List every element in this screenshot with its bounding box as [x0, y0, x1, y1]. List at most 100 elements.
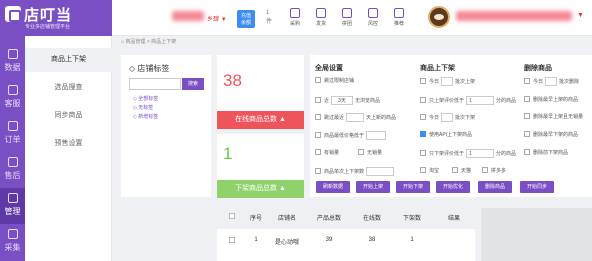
offline-label[interactable]: 下架商品总数 ▲ [217, 180, 304, 198]
start-onshelf-button[interactable]: 开始上架 [356, 181, 390, 193]
app-logo[interactable]: 店叮当 专业多店铺管理平台 [0, 0, 112, 36]
nav-shipping[interactable]: 发货 [310, 8, 332, 27]
top-bar: 店叮当 专业多店铺管理平台 乡肆 ▼ 充值 余额 1件 采购 发货 拼团 风控 推… [0, 0, 592, 36]
start-offshelf-button[interactable]: 开始下架 [396, 181, 430, 193]
return-icon [7, 157, 18, 167]
checkbox[interactable] [315, 131, 321, 138]
option-batch-size[interactable]: 商品单次上下架数 [315, 167, 396, 176]
submenu-item-shelf[interactable]: 商品上下架 [25, 48, 112, 72]
checkbox[interactable] [420, 96, 426, 103]
online-label[interactable]: 在线商品总数 ▲ [217, 111, 304, 129]
option-delete-earliest-off[interactable]: 删除最早下架的商品 [524, 131, 578, 138]
option-delete-earliest-nosales[interactable]: 删除最早上架且无销量 [524, 113, 583, 120]
tag-search-button[interactable]: 搜索 [182, 78, 204, 90]
nav-risk[interactable]: 风控 [362, 8, 384, 27]
sidebar-item-aftersale[interactable]: 售后 [0, 152, 25, 188]
user-avatar[interactable] [428, 6, 450, 28]
option-no-sales[interactable]: 无销量 [358, 149, 382, 156]
tag-list: 全部标签 无标签 新增标签 [133, 95, 158, 122]
checkbox[interactable] [315, 77, 321, 83]
chevron-down-icon[interactable]: ▼ [577, 12, 584, 19]
count-input[interactable] [545, 77, 558, 86]
breadcrumb: ⌂ 商品管理 > 商品上下架 [121, 39, 177, 45]
option-platform-taobao[interactable]: 淘宝 [420, 167, 439, 174]
checkbox[interactable] [315, 167, 321, 174]
shop-selector[interactable]: 乡肆 ▼ [207, 14, 227, 23]
checkbox[interactable] [420, 77, 426, 84]
option-skip-recent[interactable]: 跳过最近 天上新的商品 [315, 113, 396, 122]
checkbox[interactable] [358, 149, 364, 155]
option-platform-tmall[interactable]: 天猫 [452, 167, 471, 174]
option-skip-limited[interactable]: 跳过限制店铺 [315, 77, 354, 84]
sidebar-item-manage[interactable]: 管理 [0, 188, 25, 224]
balance-label: 余额 [240, 20, 251, 26]
nav-recommend[interactable]: 推荐 [388, 8, 410, 27]
caret-down-icon: ▼ [220, 17, 227, 23]
order-icon [7, 121, 18, 131]
checkbox[interactable] [420, 113, 426, 120]
submenu-item-presale[interactable]: 预售设置 [25, 132, 112, 156]
manage-icon [7, 193, 18, 203]
row-checkbox[interactable] [229, 237, 235, 243]
checkbox[interactable] [452, 167, 458, 173]
checkbox[interactable] [524, 77, 530, 84]
checkbox[interactable] [420, 149, 426, 156]
checkbox[interactable] [524, 113, 530, 119]
checkbox[interactable] [315, 113, 321, 120]
header-online: 在线数 [362, 216, 381, 222]
checkbox[interactable] [524, 131, 530, 137]
days-select[interactable]: 3天 [331, 96, 354, 105]
submenu-item-select[interactable]: 选品搜查 [25, 76, 112, 100]
start-sync-button[interactable]: 开始同步 [520, 181, 554, 193]
count-input[interactable] [441, 113, 454, 122]
option-today-onshelf[interactable]: 今日 批次上架 [420, 77, 475, 86]
option-delete-earliest-on[interactable]: 删除最早上架的商品 [524, 96, 578, 103]
header-index: 序号 [249, 216, 262, 222]
checkbox[interactable] [482, 167, 488, 173]
nav-purchase[interactable]: 采购 [284, 8, 306, 27]
sidebar-item-collect[interactable]: 采集 [0, 224, 25, 260]
price-input[interactable] [366, 131, 387, 140]
option-min-price[interactable]: 商品最低价格低于 [315, 131, 388, 140]
select-all-checkbox[interactable] [229, 213, 235, 219]
batch-input[interactable] [366, 167, 395, 176]
checkbox[interactable] [420, 167, 426, 173]
refresh-data-button[interactable]: 刷新数据 [316, 181, 350, 193]
option-onshelf-rating[interactable]: 只上架评价低于 1 分的商品 [420, 96, 516, 105]
sidebar-item-service[interactable]: 客服 [0, 80, 25, 116]
option-offshelf-rating[interactable]: 只下架评价低于 1 分的商品 [420, 149, 516, 158]
recharge-button[interactable]: 充值 余额 [237, 10, 255, 28]
tag-item-new[interactable]: 新增标签 [133, 113, 158, 122]
start-optimize-button[interactable]: 开始优化 [436, 181, 470, 193]
checkbox-checked[interactable] [420, 131, 426, 137]
rating-select[interactable]: 1 [466, 96, 495, 105]
tag-search-input[interactable] [129, 78, 181, 90]
redacted-account [172, 11, 204, 21]
option-platform-pdd[interactable]: 拼多多 [482, 167, 506, 174]
tag-item-none[interactable]: 无标签 [133, 104, 158, 113]
checkbox[interactable] [524, 96, 530, 102]
delete-products-button[interactable]: 删除商品 [478, 181, 512, 193]
tag-panel-title: ◇ 店铺标签 [129, 64, 170, 73]
home-icon[interactable]: ⌂ [121, 39, 124, 45]
option-today-delete[interactable]: 今日 批次删除 [524, 77, 579, 86]
option-delete-pre-offshelf[interactable]: 删除前下架商品 [524, 149, 568, 156]
checkbox[interactable] [315, 96, 321, 103]
header-result: 结果 [447, 216, 460, 222]
sidebar-item-data[interactable]: 数据 [0, 44, 25, 80]
submenu-item-sync[interactable]: 同步商品 [25, 104, 112, 128]
option-has-sales[interactable]: 有销量 [315, 149, 339, 156]
rating-select[interactable]: 1 [466, 149, 495, 158]
option-use-api[interactable]: 使用API上下架商品 [420, 131, 472, 138]
nav-group[interactable]: 拼团 [336, 8, 358, 27]
sidebar-item-orders[interactable]: 订单 [0, 116, 25, 152]
tag-item-all[interactable]: 全部标签 [133, 95, 158, 104]
count-input[interactable] [441, 77, 454, 86]
option-today-offshelf[interactable]: 今日 批次下架 [420, 113, 475, 122]
checkbox[interactable] [315, 149, 321, 155]
side-nav: 数据 客服 订单 售后 管理 采集 [0, 36, 25, 261]
days-input[interactable] [346, 113, 365, 122]
cart-icon [290, 8, 300, 18]
option-recent-days[interactable]: 近 3天 无浏览商品 [315, 96, 380, 105]
checkbox[interactable] [524, 149, 530, 155]
